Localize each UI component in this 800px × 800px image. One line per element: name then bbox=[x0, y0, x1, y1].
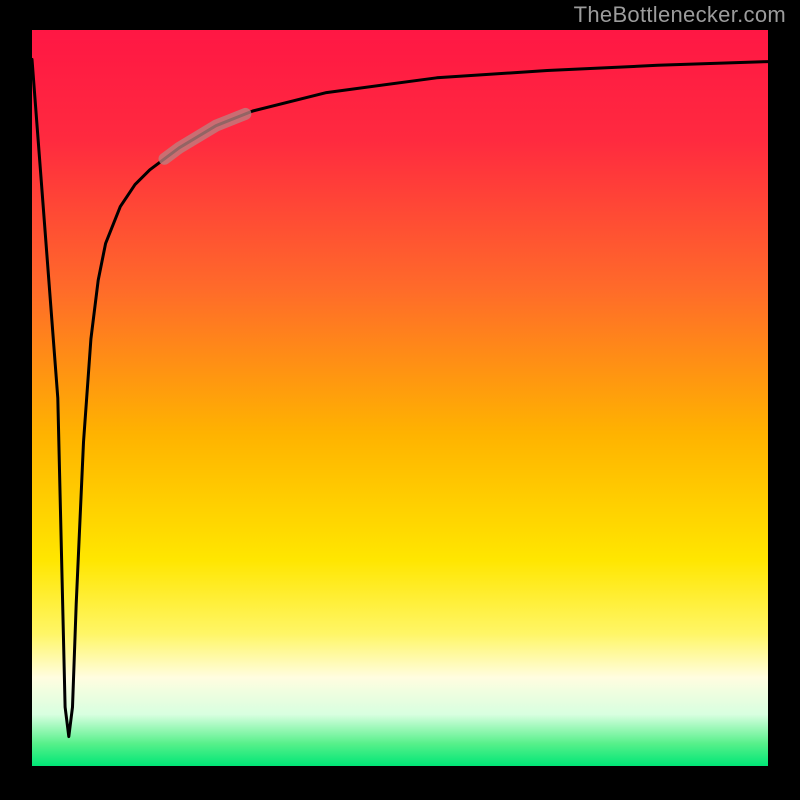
chart-stage: TheBottlenecker.com bbox=[0, 0, 800, 800]
attribution-text: TheBottlenecker.com bbox=[574, 2, 786, 28]
gradient-background bbox=[32, 30, 768, 766]
plot-area bbox=[32, 30, 768, 766]
bottleneck-chart bbox=[32, 30, 768, 766]
